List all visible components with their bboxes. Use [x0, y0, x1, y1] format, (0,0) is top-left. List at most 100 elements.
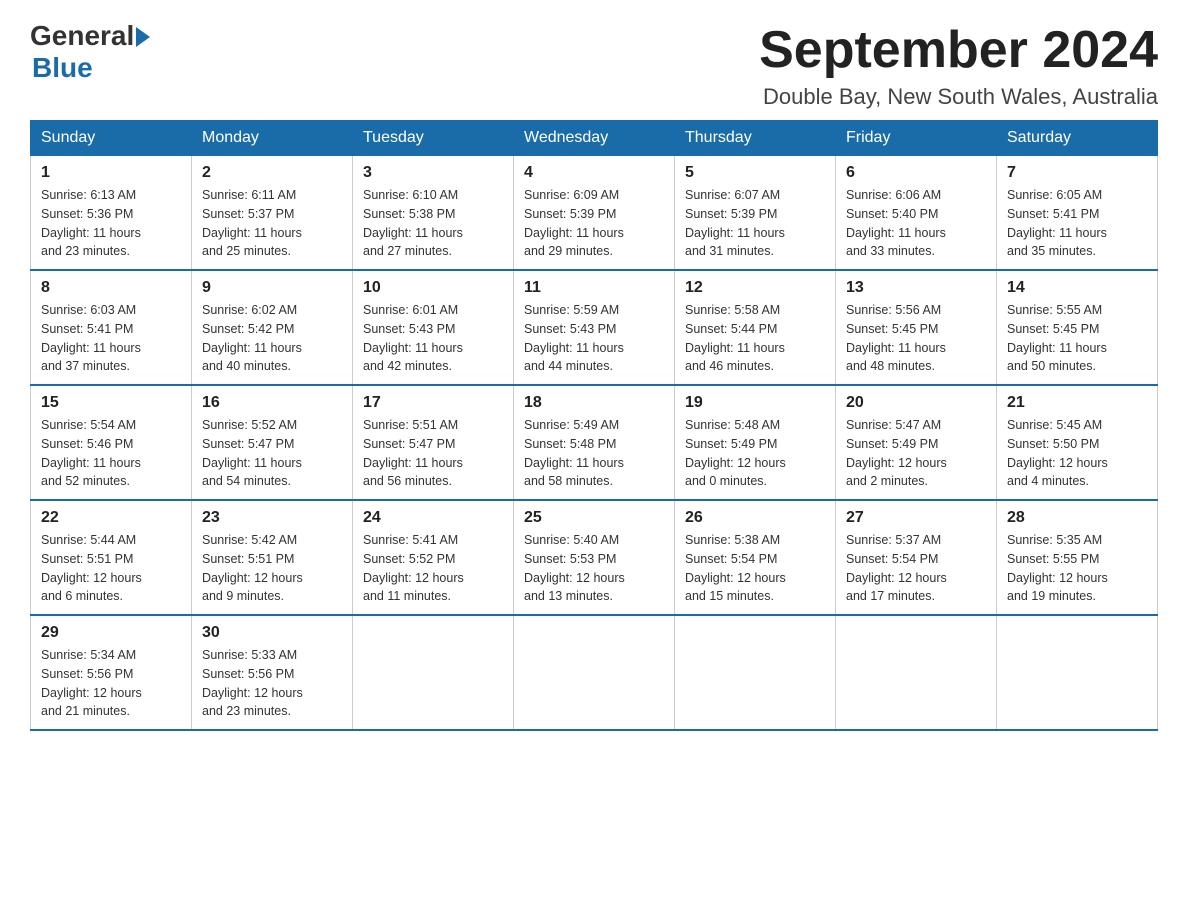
- day-number: 6: [846, 164, 986, 182]
- day-number: 26: [685, 509, 825, 527]
- table-row: 16 Sunrise: 5:52 AMSunset: 5:47 PMDaylig…: [192, 385, 353, 500]
- day-number: 21: [1007, 394, 1147, 412]
- table-row: [514, 615, 675, 730]
- day-info: Sunrise: 5:33 AMSunset: 5:56 PMDaylight:…: [202, 646, 342, 721]
- day-info: Sunrise: 5:40 AMSunset: 5:53 PMDaylight:…: [524, 531, 664, 606]
- day-info: Sunrise: 5:54 AMSunset: 5:46 PMDaylight:…: [41, 416, 181, 491]
- day-number: 7: [1007, 164, 1147, 182]
- day-number: 1: [41, 164, 181, 182]
- header-wednesday: Wednesday: [514, 121, 675, 156]
- table-row: 2 Sunrise: 6:11 AMSunset: 5:37 PMDayligh…: [192, 156, 353, 271]
- day-info: Sunrise: 5:35 AMSunset: 5:55 PMDaylight:…: [1007, 531, 1147, 606]
- day-number: 17: [363, 394, 503, 412]
- day-number: 10: [363, 279, 503, 297]
- day-info: Sunrise: 5:37 AMSunset: 5:54 PMDaylight:…: [846, 531, 986, 606]
- day-number: 9: [202, 279, 342, 297]
- logo-blue-text: Blue: [32, 52, 93, 84]
- header-thursday: Thursday: [675, 121, 836, 156]
- day-info: Sunrise: 5:56 AMSunset: 5:45 PMDaylight:…: [846, 301, 986, 376]
- table-row: 13 Sunrise: 5:56 AMSunset: 5:45 PMDaylig…: [836, 270, 997, 385]
- day-number: 15: [41, 394, 181, 412]
- day-info: Sunrise: 5:41 AMSunset: 5:52 PMDaylight:…: [363, 531, 503, 606]
- table-row: 8 Sunrise: 6:03 AMSunset: 5:41 PMDayligh…: [31, 270, 192, 385]
- day-number: 12: [685, 279, 825, 297]
- table-row: 7 Sunrise: 6:05 AMSunset: 5:41 PMDayligh…: [997, 156, 1158, 271]
- table-row: 11 Sunrise: 5:59 AMSunset: 5:43 PMDaylig…: [514, 270, 675, 385]
- day-info: Sunrise: 6:07 AMSunset: 5:39 PMDaylight:…: [685, 186, 825, 261]
- table-row: 26 Sunrise: 5:38 AMSunset: 5:54 PMDaylig…: [675, 500, 836, 615]
- table-row: 22 Sunrise: 5:44 AMSunset: 5:51 PMDaylig…: [31, 500, 192, 615]
- title-section: September 2024 Double Bay, New South Wal…: [759, 20, 1158, 110]
- day-info: Sunrise: 5:42 AMSunset: 5:51 PMDaylight:…: [202, 531, 342, 606]
- day-number: 24: [363, 509, 503, 527]
- day-info: Sunrise: 5:49 AMSunset: 5:48 PMDaylight:…: [524, 416, 664, 491]
- table-row: 20 Sunrise: 5:47 AMSunset: 5:49 PMDaylig…: [836, 385, 997, 500]
- table-row: 12 Sunrise: 5:58 AMSunset: 5:44 PMDaylig…: [675, 270, 836, 385]
- day-number: 27: [846, 509, 986, 527]
- calendar-week-row: 1 Sunrise: 6:13 AMSunset: 5:36 PMDayligh…: [31, 156, 1158, 271]
- table-row: 10 Sunrise: 6:01 AMSunset: 5:43 PMDaylig…: [353, 270, 514, 385]
- day-info: Sunrise: 5:38 AMSunset: 5:54 PMDaylight:…: [685, 531, 825, 606]
- day-info: Sunrise: 5:59 AMSunset: 5:43 PMDaylight:…: [524, 301, 664, 376]
- table-row: [997, 615, 1158, 730]
- day-info: Sunrise: 5:45 AMSunset: 5:50 PMDaylight:…: [1007, 416, 1147, 491]
- day-info: Sunrise: 5:47 AMSunset: 5:49 PMDaylight:…: [846, 416, 986, 491]
- table-row: 29 Sunrise: 5:34 AMSunset: 5:56 PMDaylig…: [31, 615, 192, 730]
- header-sunday: Sunday: [31, 121, 192, 156]
- table-row: [675, 615, 836, 730]
- table-row: 25 Sunrise: 5:40 AMSunset: 5:53 PMDaylig…: [514, 500, 675, 615]
- table-row: [353, 615, 514, 730]
- day-number: 20: [846, 394, 986, 412]
- day-number: 22: [41, 509, 181, 527]
- day-info: Sunrise: 6:01 AMSunset: 5:43 PMDaylight:…: [363, 301, 503, 376]
- table-row: 21 Sunrise: 5:45 AMSunset: 5:50 PMDaylig…: [997, 385, 1158, 500]
- day-number: 28: [1007, 509, 1147, 527]
- day-info: Sunrise: 5:48 AMSunset: 5:49 PMDaylight:…: [685, 416, 825, 491]
- calendar-week-row: 29 Sunrise: 5:34 AMSunset: 5:56 PMDaylig…: [31, 615, 1158, 730]
- day-info: Sunrise: 5:34 AMSunset: 5:56 PMDaylight:…: [41, 646, 181, 721]
- calendar-week-row: 8 Sunrise: 6:03 AMSunset: 5:41 PMDayligh…: [31, 270, 1158, 385]
- day-number: 11: [524, 279, 664, 297]
- header-saturday: Saturday: [997, 121, 1158, 156]
- day-number: 2: [202, 164, 342, 182]
- table-row: 17 Sunrise: 5:51 AMSunset: 5:47 PMDaylig…: [353, 385, 514, 500]
- table-row: 28 Sunrise: 5:35 AMSunset: 5:55 PMDaylig…: [997, 500, 1158, 615]
- day-info: Sunrise: 5:44 AMSunset: 5:51 PMDaylight:…: [41, 531, 181, 606]
- day-number: 8: [41, 279, 181, 297]
- table-row: 4 Sunrise: 6:09 AMSunset: 5:39 PMDayligh…: [514, 156, 675, 271]
- day-info: Sunrise: 6:02 AMSunset: 5:42 PMDaylight:…: [202, 301, 342, 376]
- table-row: 3 Sunrise: 6:10 AMSunset: 5:38 PMDayligh…: [353, 156, 514, 271]
- day-info: Sunrise: 5:52 AMSunset: 5:47 PMDaylight:…: [202, 416, 342, 491]
- table-row: 1 Sunrise: 6:13 AMSunset: 5:36 PMDayligh…: [31, 156, 192, 271]
- day-number: 16: [202, 394, 342, 412]
- calendar-week-row: 15 Sunrise: 5:54 AMSunset: 5:46 PMDaylig…: [31, 385, 1158, 500]
- table-row: 6 Sunrise: 6:06 AMSunset: 5:40 PMDayligh…: [836, 156, 997, 271]
- logo: General Blue: [30, 20, 150, 84]
- table-row: 5 Sunrise: 6:07 AMSunset: 5:39 PMDayligh…: [675, 156, 836, 271]
- table-row: 23 Sunrise: 5:42 AMSunset: 5:51 PMDaylig…: [192, 500, 353, 615]
- header-friday: Friday: [836, 121, 997, 156]
- day-info: Sunrise: 6:10 AMSunset: 5:38 PMDaylight:…: [363, 186, 503, 261]
- table-row: [836, 615, 997, 730]
- day-info: Sunrise: 6:05 AMSunset: 5:41 PMDaylight:…: [1007, 186, 1147, 261]
- table-row: 24 Sunrise: 5:41 AMSunset: 5:52 PMDaylig…: [353, 500, 514, 615]
- header-monday: Monday: [192, 121, 353, 156]
- table-row: 19 Sunrise: 5:48 AMSunset: 5:49 PMDaylig…: [675, 385, 836, 500]
- day-info: Sunrise: 5:51 AMSunset: 5:47 PMDaylight:…: [363, 416, 503, 491]
- table-row: 9 Sunrise: 6:02 AMSunset: 5:42 PMDayligh…: [192, 270, 353, 385]
- day-number: 4: [524, 164, 664, 182]
- day-number: 30: [202, 624, 342, 642]
- table-row: 15 Sunrise: 5:54 AMSunset: 5:46 PMDaylig…: [31, 385, 192, 500]
- calendar-week-row: 22 Sunrise: 5:44 AMSunset: 5:51 PMDaylig…: [31, 500, 1158, 615]
- location-title: Double Bay, New South Wales, Australia: [759, 84, 1158, 110]
- day-number: 3: [363, 164, 503, 182]
- day-info: Sunrise: 5:58 AMSunset: 5:44 PMDaylight:…: [685, 301, 825, 376]
- day-number: 13: [846, 279, 986, 297]
- table-row: 27 Sunrise: 5:37 AMSunset: 5:54 PMDaylig…: [836, 500, 997, 615]
- table-row: 30 Sunrise: 5:33 AMSunset: 5:56 PMDaylig…: [192, 615, 353, 730]
- table-row: 18 Sunrise: 5:49 AMSunset: 5:48 PMDaylig…: [514, 385, 675, 500]
- day-info: Sunrise: 6:11 AMSunset: 5:37 PMDaylight:…: [202, 186, 342, 261]
- day-number: 14: [1007, 279, 1147, 297]
- day-info: Sunrise: 6:06 AMSunset: 5:40 PMDaylight:…: [846, 186, 986, 261]
- header-tuesday: Tuesday: [353, 121, 514, 156]
